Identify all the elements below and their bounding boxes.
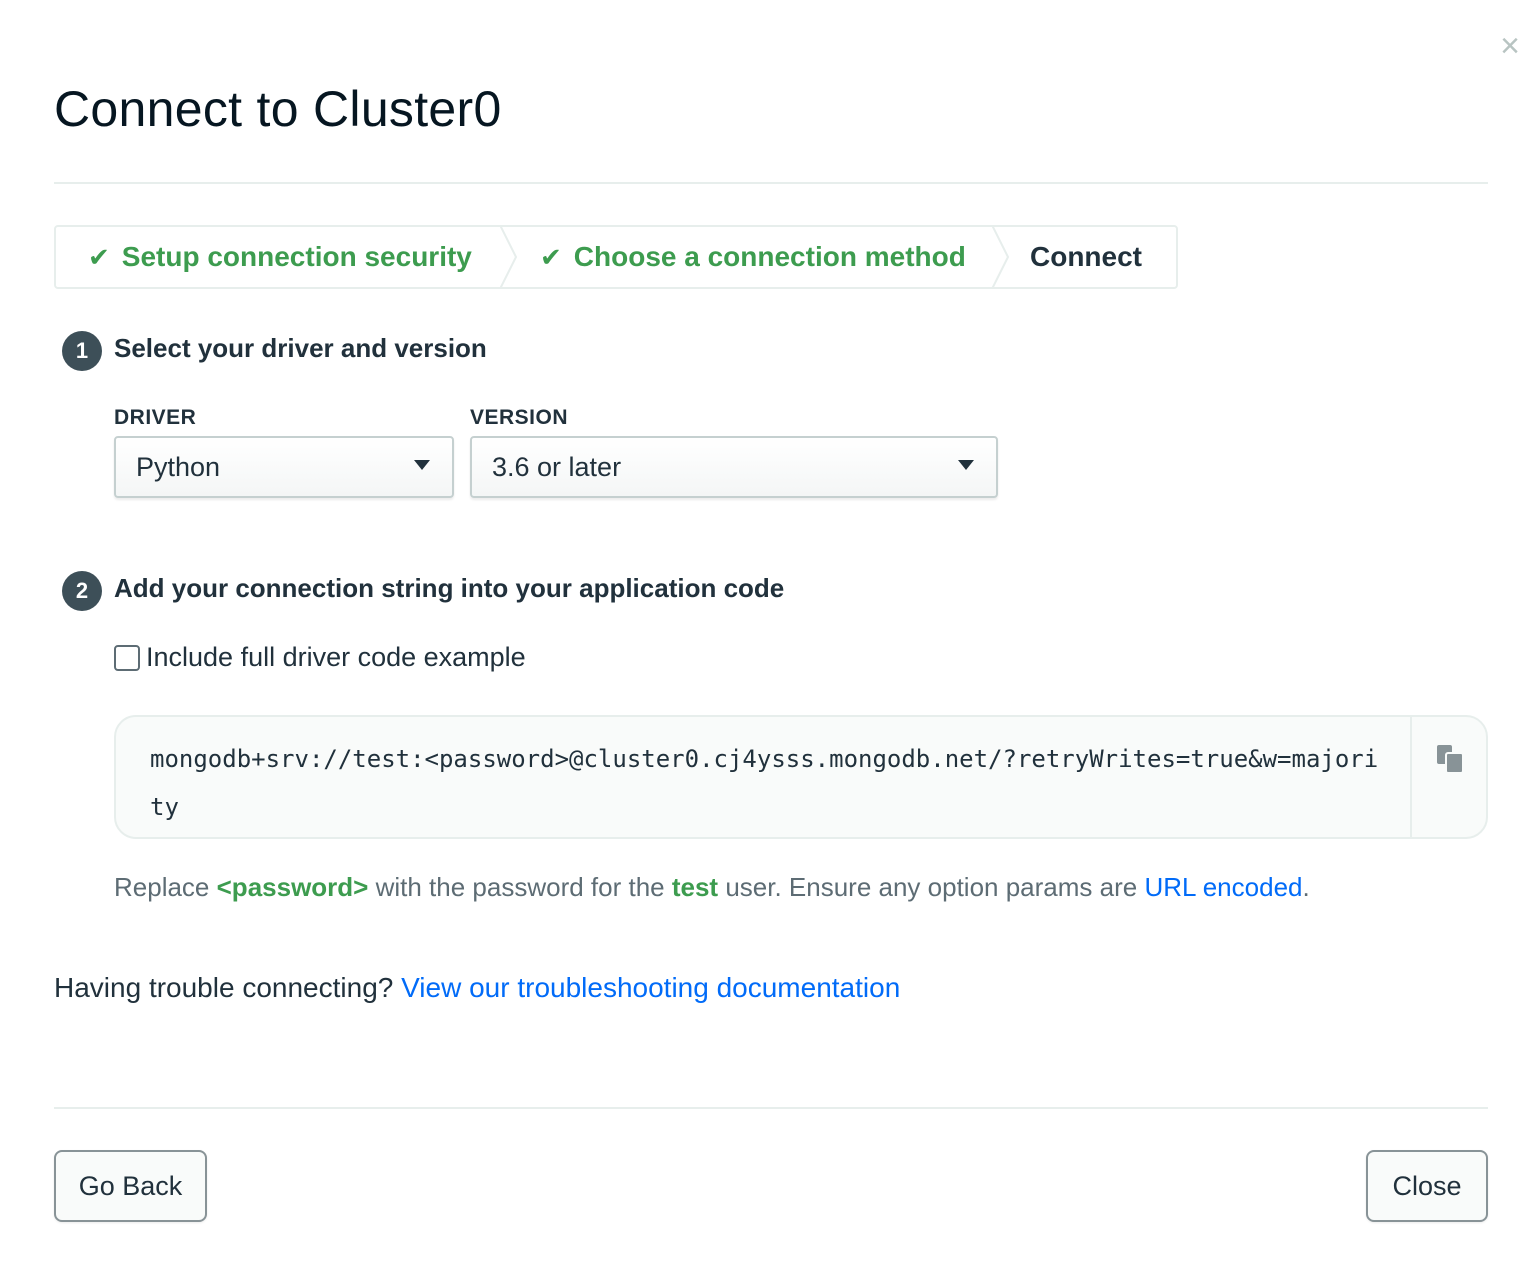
connection-string-box: mongodb+srv://test:<password>@cluster0.c… <box>114 715 1488 839</box>
steps-breadcrumb: ✔ Setup connection security ✔ Choose a c… <box>54 225 1178 289</box>
note-text: user. Ensure any option params are <box>718 872 1145 902</box>
chevron-separator <box>498 227 520 287</box>
step-label: Connect <box>1030 241 1142 272</box>
footer-divider <box>54 1107 1488 1109</box>
version-selected-value: 3.6 or later <box>492 451 622 482</box>
url-encoded-link[interactable]: URL encoded <box>1144 872 1302 902</box>
driver-label: DRIVER <box>114 406 197 429</box>
note-text: . <box>1302 872 1310 902</box>
caret-down-icon <box>414 460 430 470</box>
close-icon[interactable]: × <box>1494 29 1526 63</box>
troubleshooting-link[interactable]: View our troubleshooting documentation <box>401 972 900 1003</box>
copy-button[interactable] <box>1410 717 1486 837</box>
step-label: Setup connection security <box>121 241 472 272</box>
version-label: VERSION <box>470 406 569 429</box>
chevron-separator <box>990 227 1012 287</box>
user-token: test <box>671 872 719 902</box>
version-select[interactable]: 3.6 or later <box>470 436 998 498</box>
step-number-badge: 1 <box>62 331 102 371</box>
trouble-text: Having trouble connecting? <box>54 972 402 1003</box>
connection-string-text[interactable]: mongodb+srv://test:<password>@cluster0.c… <box>150 735 1380 831</box>
step-connection-method[interactable]: ✔ Choose a connection method <box>540 227 966 287</box>
section-heading-connection-string: Add your connection string into your app… <box>114 573 785 603</box>
check-icon: ✔ <box>88 241 110 272</box>
note-text: Replace <box>114 872 217 902</box>
password-note: Replace <password> with the password for… <box>114 872 1310 903</box>
header-divider <box>54 182 1488 184</box>
copy-icon <box>1437 745 1464 774</box>
note-text: with the password for the <box>368 872 672 902</box>
step-label: Choose a connection method <box>573 241 966 272</box>
section-heading-driver: Select your driver and version <box>114 333 487 363</box>
driver-selected-value: Python <box>136 451 221 482</box>
dialog-title: Connect to Cluster0 <box>54 81 502 137</box>
driver-select[interactable]: Python <box>114 436 454 498</box>
password-token: <password> <box>216 872 369 902</box>
checkbox-label: Include full driver code example <box>146 642 526 672</box>
full-driver-code-option[interactable]: Include full driver code example <box>114 642 526 673</box>
caret-down-icon <box>958 460 974 470</box>
full-driver-code-checkbox[interactable] <box>114 644 140 671</box>
step-setup-security[interactable]: ✔ Setup connection security <box>88 227 472 287</box>
troubleshooting-row: Having trouble connecting? View our trou… <box>54 972 900 1004</box>
check-icon: ✔ <box>540 241 562 272</box>
step-number-badge: 2 <box>62 571 102 611</box>
go-back-button[interactable]: Go Back <box>54 1150 207 1222</box>
close-button[interactable]: Close <box>1366 1150 1488 1222</box>
step-connect[interactable]: Connect <box>1030 227 1142 287</box>
